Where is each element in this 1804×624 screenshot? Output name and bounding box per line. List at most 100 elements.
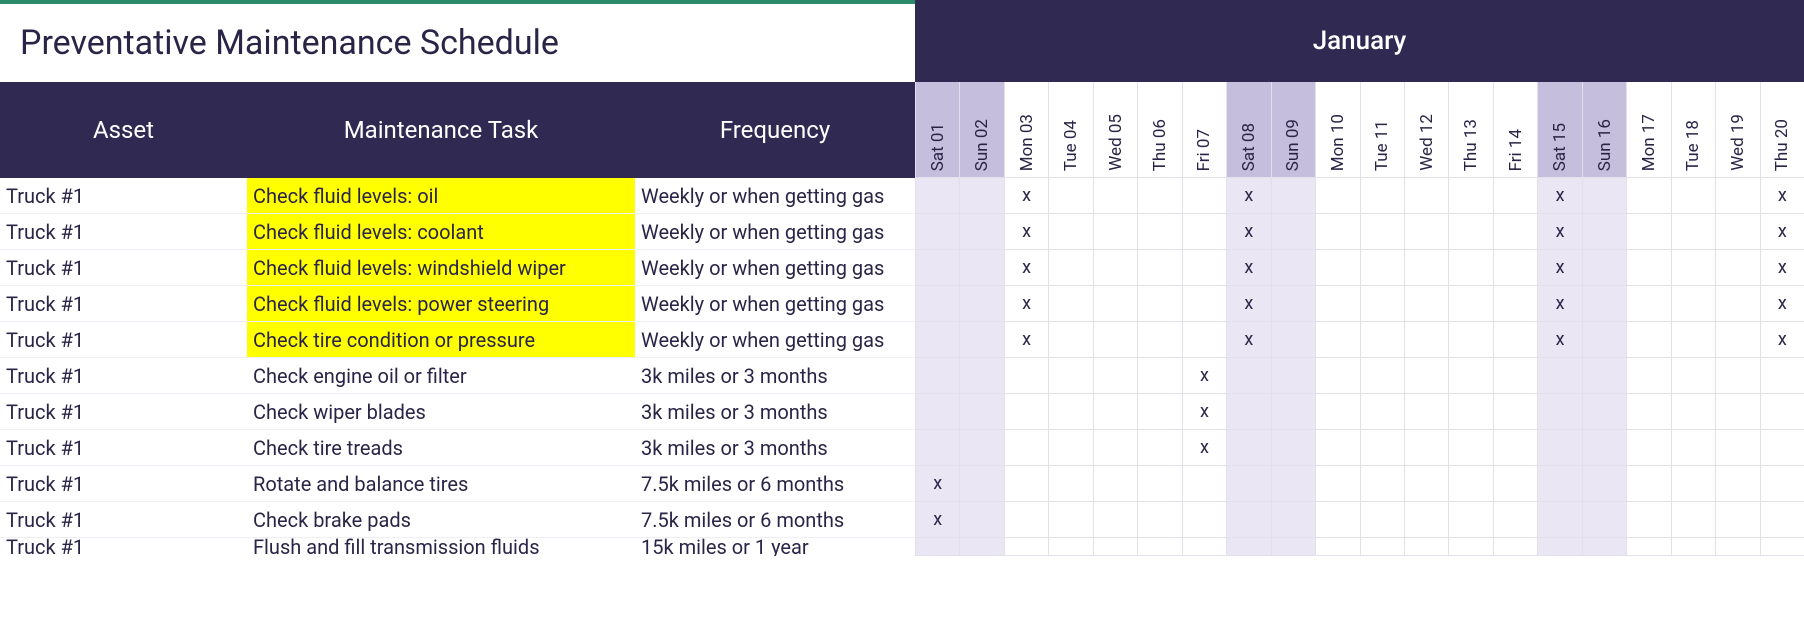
schedule-cell[interactable] [1537,538,1581,556]
schedule-cell[interactable] [1315,286,1359,322]
schedule-cell[interactable] [1671,358,1715,394]
cell-task[interactable]: Check brake pads [247,502,635,538]
schedule-cell[interactable]: x [1004,322,1048,358]
schedule-cell[interactable] [1715,466,1759,502]
schedule-cell[interactable] [1404,502,1448,538]
schedule-cell[interactable]: x [1537,178,1581,214]
schedule-cell[interactable] [959,322,1003,358]
schedule-cell[interactable] [1360,358,1404,394]
schedule-cell[interactable] [1626,358,1670,394]
schedule-cell[interactable] [1360,322,1404,358]
schedule-cell[interactable]: x [1226,286,1270,322]
cell-task[interactable]: Check tire condition or pressure [247,322,635,358]
schedule-cell[interactable] [1048,538,1092,556]
schedule-cell[interactable] [1760,466,1804,502]
schedule-cell[interactable] [1048,358,1092,394]
schedule-cell[interactable] [1271,214,1315,250]
schedule-cell[interactable] [1760,394,1804,430]
schedule-cell[interactable] [1226,430,1270,466]
cell-task[interactable]: Rotate and balance tires [247,466,635,502]
schedule-cell[interactable] [1448,502,1492,538]
schedule-cell[interactable] [1271,430,1315,466]
schedule-cell[interactable] [1048,214,1092,250]
cell-asset[interactable]: Truck #1 [0,394,247,430]
schedule-cell[interactable] [1493,466,1537,502]
cell-task[interactable]: Check fluid levels: power steering [247,286,635,322]
cell-task[interactable]: Check fluid levels: oil [247,178,635,214]
schedule-cell[interactable] [959,178,1003,214]
schedule-cell[interactable] [1360,214,1404,250]
schedule-cell[interactable] [1493,358,1537,394]
schedule-cell[interactable] [1582,394,1626,430]
schedule-cell[interactable] [1582,214,1626,250]
schedule-cell[interactable] [1360,466,1404,502]
schedule-cell[interactable] [1715,394,1759,430]
cell-asset[interactable]: Truck #1 [0,502,247,538]
schedule-cell[interactable]: x [1537,250,1581,286]
cell-freq[interactable]: Weekly or when getting gas [635,214,915,250]
schedule-cell[interactable] [1315,430,1359,466]
schedule-cell[interactable] [1671,430,1715,466]
schedule-cell[interactable] [915,430,959,466]
schedule-cell[interactable] [1271,250,1315,286]
schedule-cell[interactable] [1271,538,1315,556]
schedule-cell[interactable]: x [1226,178,1270,214]
cell-freq[interactable]: 3k miles or 3 months [635,430,915,466]
schedule-cell[interactable] [1493,430,1537,466]
schedule-cell[interactable] [1448,466,1492,502]
schedule-cell[interactable] [1537,466,1581,502]
schedule-cell[interactable]: x [1004,214,1048,250]
schedule-cell[interactable] [1093,250,1137,286]
schedule-cell[interactable] [1582,502,1626,538]
schedule-cell[interactable]: x [1760,178,1804,214]
schedule-cell[interactable] [1271,394,1315,430]
schedule-cell[interactable] [1226,358,1270,394]
cell-asset[interactable]: Truck #1 [0,358,247,394]
schedule-cell[interactable] [959,430,1003,466]
schedule-cell[interactable] [1671,466,1715,502]
schedule-cell[interactable] [1448,322,1492,358]
schedule-cell[interactable] [1760,538,1804,556]
cell-task[interactable]: Check fluid levels: windshield wiper [247,250,635,286]
cell-freq[interactable]: 15k miles or 1 year [635,538,915,556]
schedule-cell[interactable] [1315,250,1359,286]
schedule-cell[interactable] [1715,250,1759,286]
cell-freq[interactable]: Weekly or when getting gas [635,250,915,286]
schedule-cell[interactable]: x [1537,214,1581,250]
schedule-cell[interactable] [1271,358,1315,394]
schedule-cell[interactable] [1137,358,1181,394]
schedule-cell[interactable]: x [1226,250,1270,286]
schedule-cell[interactable] [1582,322,1626,358]
schedule-cell[interactable]: x [1226,214,1270,250]
schedule-cell[interactable] [1048,430,1092,466]
schedule-cell[interactable] [1671,250,1715,286]
cell-asset[interactable]: Truck #1 [0,322,247,358]
schedule-cell[interactable] [1715,322,1759,358]
schedule-cell[interactable]: x [1760,322,1804,358]
schedule-cell[interactable] [1004,394,1048,430]
schedule-cell[interactable] [1093,466,1137,502]
schedule-cell[interactable]: x [1182,430,1226,466]
schedule-cell[interactable] [1537,358,1581,394]
schedule-cell[interactable] [1271,322,1315,358]
schedule-cell[interactable] [1404,286,1448,322]
schedule-cell[interactable] [1182,466,1226,502]
schedule-cell[interactable] [1182,214,1226,250]
schedule-cell[interactable] [1582,250,1626,286]
schedule-cell[interactable] [1226,538,1270,556]
cell-asset[interactable]: Truck #1 [0,538,247,556]
schedule-cell[interactable] [1582,466,1626,502]
schedule-cell[interactable] [1048,502,1092,538]
schedule-cell[interactable] [1271,466,1315,502]
schedule-cell[interactable] [1404,322,1448,358]
cell-freq[interactable]: 3k miles or 3 months [635,394,915,430]
schedule-cell[interactable] [1315,214,1359,250]
schedule-cell[interactable]: x [1537,286,1581,322]
schedule-cell[interactable] [915,358,959,394]
cell-freq[interactable]: Weekly or when getting gas [635,286,915,322]
schedule-cell[interactable] [1404,538,1448,556]
schedule-cell[interactable] [959,466,1003,502]
schedule-cell[interactable] [1626,394,1670,430]
schedule-cell[interactable] [1537,502,1581,538]
schedule-cell[interactable] [959,250,1003,286]
